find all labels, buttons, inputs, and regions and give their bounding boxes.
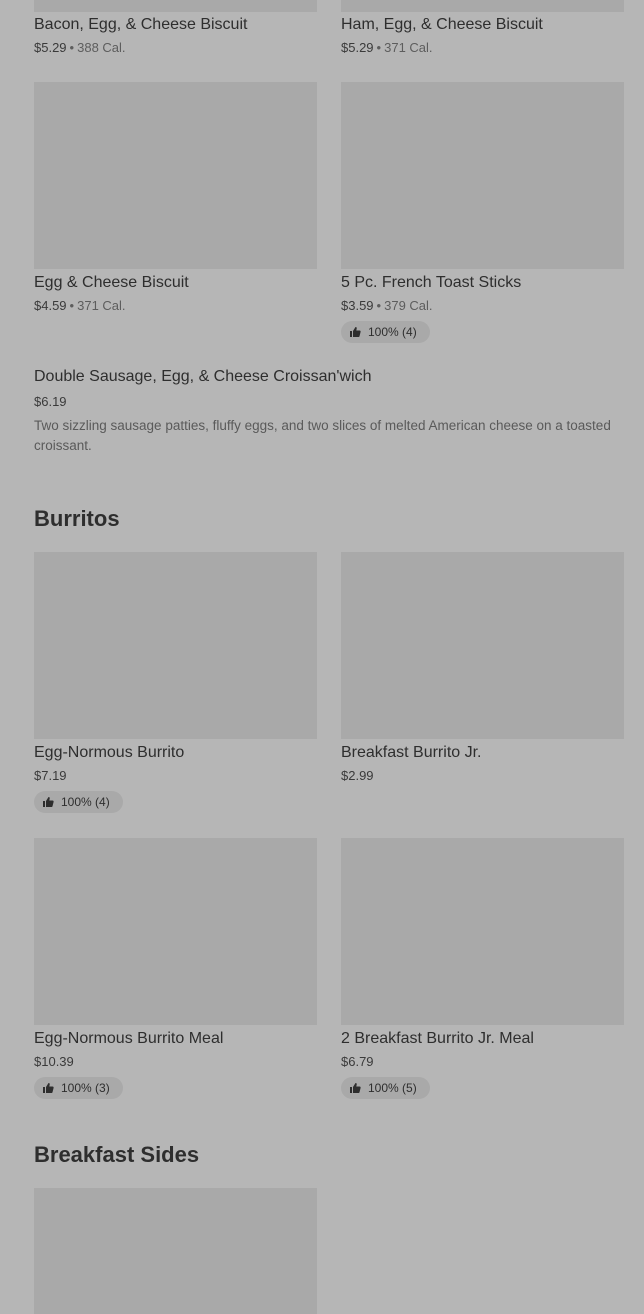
item-name[interactable]: Egg & Cheese Biscuit — [34, 273, 189, 293]
item-name[interactable]: Ham, Egg, & Cheese Biscuit — [341, 15, 543, 35]
item-meta: $5.29 • 388 Cal. — [34, 40, 126, 55]
rating-text: 100% (3) — [61, 1081, 110, 1095]
item-image[interactable] — [34, 82, 317, 269]
item-image[interactable] — [341, 838, 624, 1025]
item-calories: 371 Cal. — [384, 40, 433, 55]
item-description: Two sizzling sausage patties, fluffy egg… — [34, 418, 611, 453]
item-name[interactable]: Egg-Normous Burrito Meal — [34, 1029, 223, 1049]
rating-badge: 100% (4) — [34, 791, 123, 813]
thumbs-up-icon — [43, 797, 54, 807]
section-title-breakfast-sides: Breakfast Sides — [34, 1142, 200, 1167]
item-name[interactable]: 2 Breakfast Burrito Jr. Meal — [341, 1029, 534, 1049]
rating-badge: 100% (4) — [341, 321, 430, 343]
item-name[interactable]: Breakfast Burrito Jr. — [341, 743, 482, 763]
item-meta: $5.29 • 371 Cal. — [341, 40, 433, 55]
item-calories: 388 Cal. — [77, 40, 126, 55]
thumbs-up-icon — [350, 327, 361, 337]
rating-text: 100% (5) — [368, 1081, 417, 1095]
section-title-burritos: Burritos — [34, 506, 120, 531]
item-calories: 371 Cal. — [77, 298, 126, 313]
rating-badge: 100% (5) — [341, 1077, 430, 1099]
item-image[interactable] — [34, 552, 317, 739]
item-calories: 379 Cal. — [384, 298, 433, 313]
menu-page: Bacon, Egg, & Cheese Biscuit $5.29 • 388 C… — [0, 0, 644, 1314]
thumbs-up-icon — [43, 1083, 54, 1093]
item-price: $6.79 — [341, 1054, 374, 1069]
item-price: $4.59 — [34, 298, 67, 313]
item-price: $5.29 — [341, 40, 374, 55]
item-price: $5.29 — [34, 40, 67, 55]
item-name[interactable]: 5 Pc. French Toast Sticks — [341, 273, 521, 293]
rating-text: 100% (4) — [368, 325, 417, 339]
thumbs-up-icon — [350, 1083, 361, 1093]
item-meta: $4.59 • 371 Cal. — [34, 298, 126, 313]
rating-text: 100% (4) — [61, 795, 110, 809]
item-price: $2.99 — [341, 768, 374, 783]
item-name[interactable]: Bacon, Egg, & Cheese Biscuit — [34, 15, 247, 35]
item-name[interactable]: Double Sausage, Egg, & Cheese Croissan'w… — [34, 367, 371, 387]
item-meta: $3.59 • 379 Cal. — [341, 298, 433, 313]
item-price: $10.39 — [34, 1054, 74, 1069]
item-image[interactable] — [341, 0, 624, 12]
rating-badge: 100% (3) — [34, 1077, 123, 1099]
item-image[interactable] — [34, 0, 317, 12]
item-name[interactable]: Egg-Normous Burrito — [34, 743, 184, 763]
item-price: $3.59 — [341, 298, 374, 313]
item-price: $7.19 — [34, 768, 67, 783]
item-price: $6.19 — [34, 394, 67, 409]
item-image[interactable] — [34, 1188, 317, 1314]
item-image[interactable] — [341, 82, 624, 269]
item-image[interactable] — [341, 552, 624, 739]
item-image[interactable] — [34, 838, 317, 1025]
